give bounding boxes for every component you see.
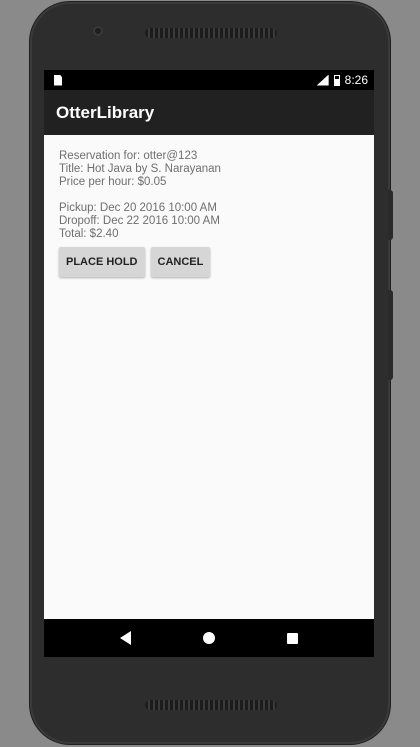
recents-icon[interactable] (287, 632, 298, 644)
home-icon[interactable] (203, 632, 215, 644)
status-bar: 4G 8:26 (44, 70, 374, 90)
battery-icon (333, 74, 340, 86)
reservation-pickup: Pickup: Dec 20 2016 10:00 AM (59, 202, 217, 214)
signal-icon: 4G (316, 74, 329, 86)
navigation-bar (44, 619, 374, 657)
top-speaker (145, 28, 277, 38)
reservation-user: Reservation for: otter@123 (59, 150, 198, 162)
volume-button (388, 290, 393, 380)
sd-card-icon (54, 74, 62, 86)
app-title: OtterLibrary (56, 102, 155, 122)
network-label: 4G (306, 70, 316, 78)
cancel-button[interactable]: CANCEL (150, 247, 211, 277)
reservation-details: Reservation for: otter@123 Title: Hot Ja… (44, 135, 374, 277)
power-button (388, 190, 393, 240)
back-icon[interactable] (120, 631, 131, 645)
action-buttons: PLACE HOLD CANCEL (59, 247, 359, 277)
bottom-speaker (145, 700, 277, 710)
reservation-total: Total: $2.40 (59, 228, 119, 240)
app-bar: OtterLibrary (44, 90, 374, 135)
place-hold-button[interactable]: PLACE HOLD (59, 247, 145, 277)
front-camera (93, 26, 103, 36)
status-time: 8:26 (344, 73, 368, 87)
reservation-price: Price per hour: $0.05 (59, 176, 167, 188)
screen: 4G 8:26 OtterLibrary Reservation for: ot… (44, 70, 374, 657)
reservation-title: Title: Hot Java by S. Narayanan (59, 163, 221, 175)
reservation-dropoff: Dropoff: Dec 22 2016 10:00 AM (59, 215, 220, 227)
